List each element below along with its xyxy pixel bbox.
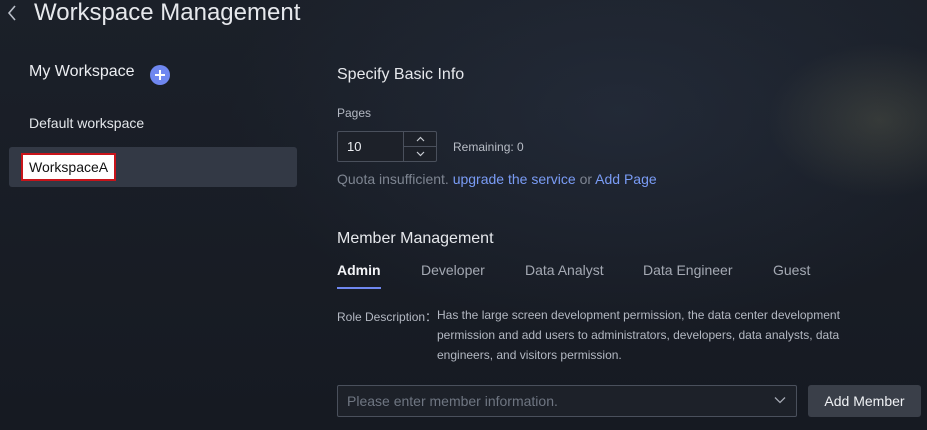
role-description-label: Role Description： — [337, 310, 438, 324]
tab-guest[interactable]: Guest — [773, 262, 810, 290]
workspace-sidebar: My Workspace Default workspace Workspace… — [0, 50, 310, 430]
sidebar-item-default-workspace[interactable]: Default workspace — [9, 103, 297, 143]
add-page-link[interactable]: Add Page — [595, 171, 657, 187]
remaining-count: Remaining: 0 — [453, 140, 524, 154]
add-workspace-button[interactable] — [150, 65, 170, 85]
role-description-text: Has the large screen development permiss… — [437, 308, 840, 362]
chevron-down-icon — [774, 397, 786, 404]
chevron-left-icon — [7, 5, 16, 21]
pages-stepper: 10 — [337, 131, 437, 162]
decrement-button[interactable] — [404, 147, 436, 161]
chevron-up-icon — [416, 136, 424, 142]
sidebar-item-workspacea[interactable]: WorkspaceA — [9, 147, 297, 187]
page-header: Workspace Management — [0, 0, 927, 30]
page-title: Workspace Management — [34, 0, 301, 26]
tab-data-analyst[interactable]: Data Analyst — [525, 262, 604, 290]
member-input-placeholder: Please enter member information. — [347, 393, 558, 409]
sidebar-title: My Workspace — [29, 63, 135, 80]
add-member-button[interactable]: Add Member — [808, 385, 921, 417]
tab-admin[interactable]: Admin — [337, 262, 381, 290]
sidebar-header: My Workspace — [29, 63, 135, 81]
quota-text: Quota insufficient. — [337, 171, 449, 187]
plus-icon — [155, 70, 165, 80]
sidebar-item-label: WorkspaceA — [29, 159, 109, 175]
or-text: or — [579, 171, 593, 187]
back-button[interactable] — [2, 0, 22, 26]
role-tabs: Admin Developer Data Analyst Data Engine… — [337, 262, 837, 292]
upgrade-service-link[interactable]: upgrade the service — [453, 171, 576, 187]
increment-button[interactable] — [404, 132, 436, 147]
pages-label: Pages — [337, 106, 372, 120]
tab-developer[interactable]: Developer — [421, 262, 485, 290]
pages-value-input[interactable]: 10 — [338, 132, 404, 161]
stepper-buttons — [404, 132, 436, 161]
tab-data-engineer[interactable]: Data Engineer — [643, 262, 733, 290]
member-management-title: Member Management — [337, 230, 494, 247]
highlight-box: WorkspaceA — [21, 153, 117, 181]
quota-message: Quota insufficient. upgrade the service … — [337, 171, 657, 187]
sidebar-item-label: Default workspace — [29, 115, 145, 131]
chevron-down-icon — [416, 151, 424, 157]
member-search-select[interactable]: Please enter member information. — [337, 385, 797, 417]
active-tab-indicator — [337, 287, 381, 289]
basic-info-title: Specify Basic Info — [337, 66, 465, 83]
